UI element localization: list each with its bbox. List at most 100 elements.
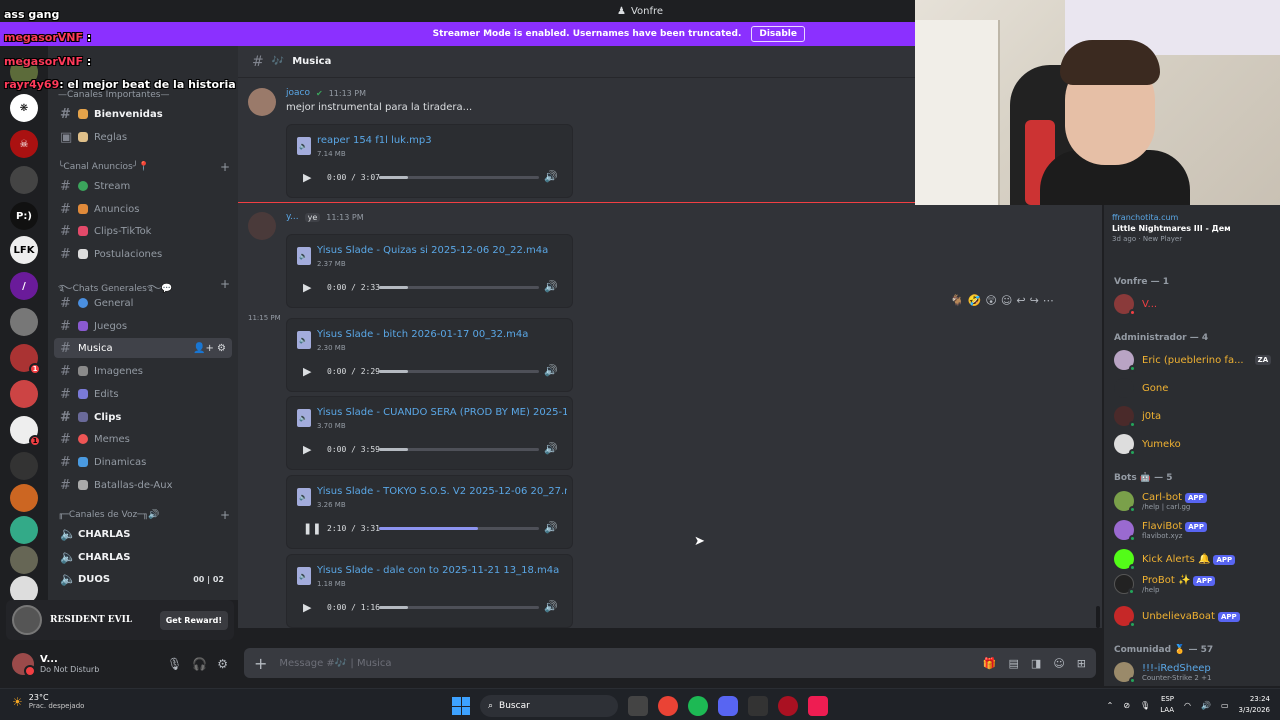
volume-icon[interactable]: 🔊	[544, 600, 558, 613]
volume-icon[interactable]: 🔊	[544, 280, 558, 293]
message-input[interactable]: Message #🎶 | Musica	[279, 658, 970, 669]
member-item[interactable]: Eric (pueblerino fa... ZA	[1114, 349, 1276, 372]
reaction-laugh-icon[interactable]: 🤣	[968, 294, 982, 307]
scrollbar-thumb[interactable]	[1096, 606, 1100, 628]
battery-icon[interactable]: ▭	[1221, 701, 1229, 710]
channel-musica[interactable]: # Musica 👤+ ⚙	[54, 338, 232, 358]
seek-bar[interactable]	[379, 370, 539, 373]
server-icon[interactable]: ☠	[10, 130, 38, 158]
member-item[interactable]: !!!-iRedSheep Counter-Strike 2 +1	[1114, 661, 1276, 684]
discord-icon[interactable]	[718, 696, 738, 716]
capcut-icon[interactable]	[748, 696, 768, 716]
channel-imagenes[interactable]: # Imagenes	[54, 361, 232, 381]
tiktok-icon[interactable]	[808, 696, 828, 716]
play-icon[interactable]: ▶	[303, 365, 311, 378]
user-info[interactable]: V... Do Not Disturb	[40, 654, 157, 674]
forward-icon[interactable]: ↪	[1030, 294, 1039, 307]
category-header[interactable]: —Canales Importantes—	[58, 90, 230, 100]
server-icon[interactable]	[10, 58, 38, 86]
add-channel-icon[interactable]: +	[220, 508, 230, 522]
more-icon[interactable]: ⋯	[1043, 294, 1054, 307]
add-attachment-icon[interactable]: +	[254, 654, 267, 673]
weather-widget[interactable]: ☀ 23°C Prac. despejado	[12, 693, 84, 710]
member-item[interactable]: j0ta	[1114, 405, 1276, 428]
server-icon[interactable]: P:)	[10, 202, 38, 230]
volume-icon[interactable]: 🔊	[544, 442, 558, 455]
channel-reglas[interactable]: ▣ Reglas	[54, 127, 232, 147]
server-icon[interactable]: ❋	[10, 94, 38, 122]
voice-channel-charlas[interactable]: 🔈 CHARLAS	[54, 524, 232, 544]
task-view-icon[interactable]	[628, 696, 648, 716]
category-header[interactable]: ╰Canal Anuncios╯📍 +	[58, 160, 230, 174]
server-icon[interactable]	[10, 546, 38, 574]
channel-edits[interactable]: # Edits	[54, 384, 232, 404]
volume-icon[interactable]: 🔊	[1201, 701, 1211, 710]
channel-juegos[interactable]: # Juegos	[54, 316, 232, 336]
server-icon[interactable]	[10, 380, 38, 408]
server-icon[interactable]: /	[10, 272, 38, 300]
avatar[interactable]	[248, 212, 276, 240]
chevron-up-icon[interactable]: ⌃	[1107, 701, 1114, 710]
seek-bar[interactable]	[379, 176, 539, 179]
language-indicator[interactable]: ESP LAA	[1160, 694, 1174, 716]
play-icon[interactable]: ▶	[303, 601, 311, 614]
file-name-link[interactable]: Yisus Slade - bitch 2026-01-17 00_32.m4a	[317, 329, 567, 340]
channel-batallas-de-aux[interactable]: # Batallas-de-Aux	[54, 475, 232, 495]
network-icon[interactable]: ⊘	[1123, 701, 1130, 710]
channel-settings-icon[interactable]: 👤+ ⚙	[193, 343, 226, 354]
channel-postulaciones[interactable]: # Postulaciones	[54, 244, 232, 264]
member-item[interactable]: Carl-bot APP/help | carl.gg	[1114, 490, 1276, 513]
server-icon[interactable]	[10, 516, 38, 544]
reply-icon[interactable]: ↩	[1016, 294, 1025, 307]
member-item[interactable]: V...	[1114, 293, 1276, 316]
seek-bar[interactable]	[379, 527, 539, 530]
chrome-icon[interactable]	[658, 696, 678, 716]
add-channel-icon[interactable]: +	[220, 160, 230, 174]
server-icon[interactable]	[10, 484, 38, 512]
channel-stream[interactable]: # Stream	[54, 176, 232, 196]
avatar[interactable]	[248, 88, 276, 116]
volume-icon[interactable]: 🔊	[544, 521, 558, 534]
disable-streamer-mode-button[interactable]: Disable	[751, 26, 805, 42]
file-name-link[interactable]: reaper 154 f1l luk.mp3	[317, 135, 567, 146]
channel-clips-tiktok[interactable]: # Clips-TikTok	[54, 221, 232, 241]
microphone-icon[interactable]: 🎙	[1140, 701, 1150, 710]
activity-card[interactable]: ffranchotita.cum Little Nightmares III -…	[1112, 213, 1274, 269]
member-item[interactable]: FlaviBot APP flavibot.xyz	[1114, 519, 1276, 542]
server-icon[interactable]: 1	[10, 416, 41, 447]
channel-dinamicas[interactable]: # Dinamicas	[54, 452, 232, 472]
emoji-icon[interactable]: ☺	[1053, 657, 1064, 670]
file-name-link[interactable]: Yisus Slade - TOKYO S.O.S. V2 2025-12-06…	[317, 486, 567, 497]
file-name-link[interactable]: Yisus Slade - Quizas si 2025-12-06 20_22…	[317, 245, 567, 256]
file-name-link[interactable]: Yisus Slade - dale con to 2025-11-21 13_…	[317, 565, 567, 576]
wifi-icon[interactable]: ◠	[1184, 701, 1191, 710]
member-item[interactable]: Gone	[1114, 377, 1276, 399]
apps-icon[interactable]: ⊞	[1077, 657, 1086, 670]
get-reward-button[interactable]: Get Reward!	[159, 610, 228, 630]
seek-bar[interactable]	[379, 448, 539, 451]
clock[interactable]: 23:24 3/3/2026	[1239, 694, 1270, 716]
server-icon[interactable]	[10, 452, 38, 480]
channel-bienvenidas[interactable]: # Bienvenidas	[54, 104, 232, 124]
spotify-icon[interactable]	[688, 696, 708, 716]
taskbar-search[interactable]: ⌕ Buscar	[480, 695, 618, 717]
pause-icon[interactable]: ❚❚	[303, 522, 321, 535]
message-author[interactable]: y...	[286, 212, 299, 222]
member-item[interactable]: Kick Alerts 🔔 APP	[1114, 548, 1276, 571]
app-icon[interactable]	[778, 696, 798, 716]
volume-icon[interactable]: 🔊	[544, 364, 558, 377]
server-icon[interactable]: LFK	[10, 236, 38, 264]
play-icon[interactable]: ▶	[303, 281, 311, 294]
gif-icon[interactable]: ▤	[1009, 657, 1019, 670]
voice-channel-duos[interactable]: 🔈 DUOS 00 | 02	[54, 569, 232, 589]
microphone-icon[interactable]: 🎙	[167, 657, 182, 671]
file-name-link[interactable]: Yisus Slade - CUANDO SERA (PROD BY ME) 2…	[317, 407, 567, 418]
reaction-wow-icon[interactable]: 😲	[985, 294, 996, 307]
add-reaction-icon[interactable]: 🐐	[950, 294, 964, 307]
server-icon[interactable]	[10, 308, 38, 336]
play-icon[interactable]: ▶	[303, 443, 311, 456]
server-icon[interactable]: 1	[10, 344, 41, 375]
windows-start-icon[interactable]	[452, 697, 470, 715]
volume-icon[interactable]: 🔊	[544, 170, 558, 183]
emoji-icon[interactable]: ☺	[1001, 294, 1012, 307]
